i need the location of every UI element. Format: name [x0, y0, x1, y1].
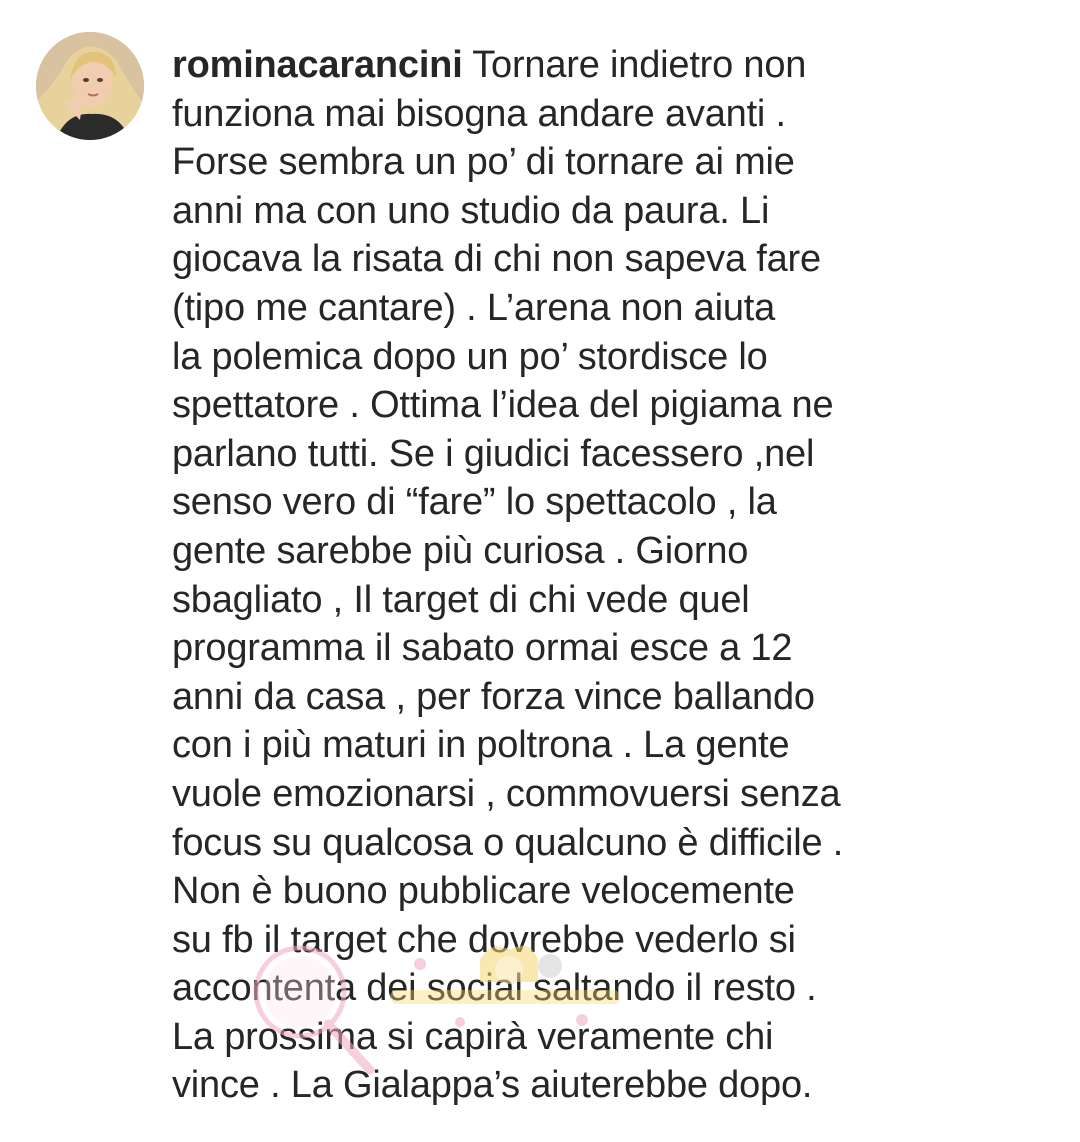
comment-line: su fb il target che dovrebbe vederlo si: [172, 918, 796, 961]
comment-line: sbagliato , Il target di chi vede quel: [172, 578, 750, 621]
comment-line: (tipo me cantare) . L’arena non aiuta: [172, 286, 776, 329]
comment-line: anni ma con uno studio da paura. Li: [172, 189, 770, 232]
avatar[interactable]: [36, 32, 144, 140]
comment-line: focus su qualcosa o qualcuno è difficile…: [172, 821, 844, 864]
comment: rominacarancini Tornare indietro non fun…: [0, 0, 1080, 1142]
comment-line: senso vero di “fare” lo spettacolo , la: [172, 481, 777, 524]
comment-line: funziona mai bisogna andare avanti .: [172, 92, 786, 135]
comment-line: giocava la risata di chi non sapeva fare: [172, 238, 821, 281]
comment-line: spettatore . Ottima l’idea del pigiama n…: [172, 384, 834, 427]
comment-line: Forse sembra un po’ di tornare ai mie: [172, 141, 795, 184]
comment-text-segment: Tornare indietro non: [462, 44, 807, 86]
comment-line: programma il sabato ormai esce a 12: [172, 627, 793, 670]
comment-line: La prossima si capirà veramente chi: [172, 1015, 774, 1058]
comment-body: rominacarancini Tornare indietro non fun…: [172, 41, 1052, 1110]
comment-line: Non è buono pubblicare velocemente: [172, 870, 795, 913]
comment-line: con i più maturi in poltrona . La gente: [172, 724, 790, 767]
comment-line: vince . La Gialappa’s aiuterebbe dopo.: [172, 1064, 813, 1107]
comment-line: anni da casa , per forza vince ballando: [172, 675, 815, 718]
comment-line: rominacarancini Tornare indietro non: [172, 41, 1052, 90]
username-link[interactable]: rominacarancini: [172, 44, 463, 86]
profile-photo-icon: [36, 32, 144, 140]
comment-line: parlano tutti. Se i giudici facessero ,n…: [172, 432, 815, 475]
comment-line: la polemica dopo un po’ stordisce lo: [172, 335, 768, 378]
comment-line: gente sarebbe più curiosa . Giorno: [172, 529, 749, 572]
comment-line: accontenta dei social saltando il resto …: [172, 967, 817, 1010]
comment-line: vuole emozionarsi , commovuersi senza: [172, 772, 841, 815]
